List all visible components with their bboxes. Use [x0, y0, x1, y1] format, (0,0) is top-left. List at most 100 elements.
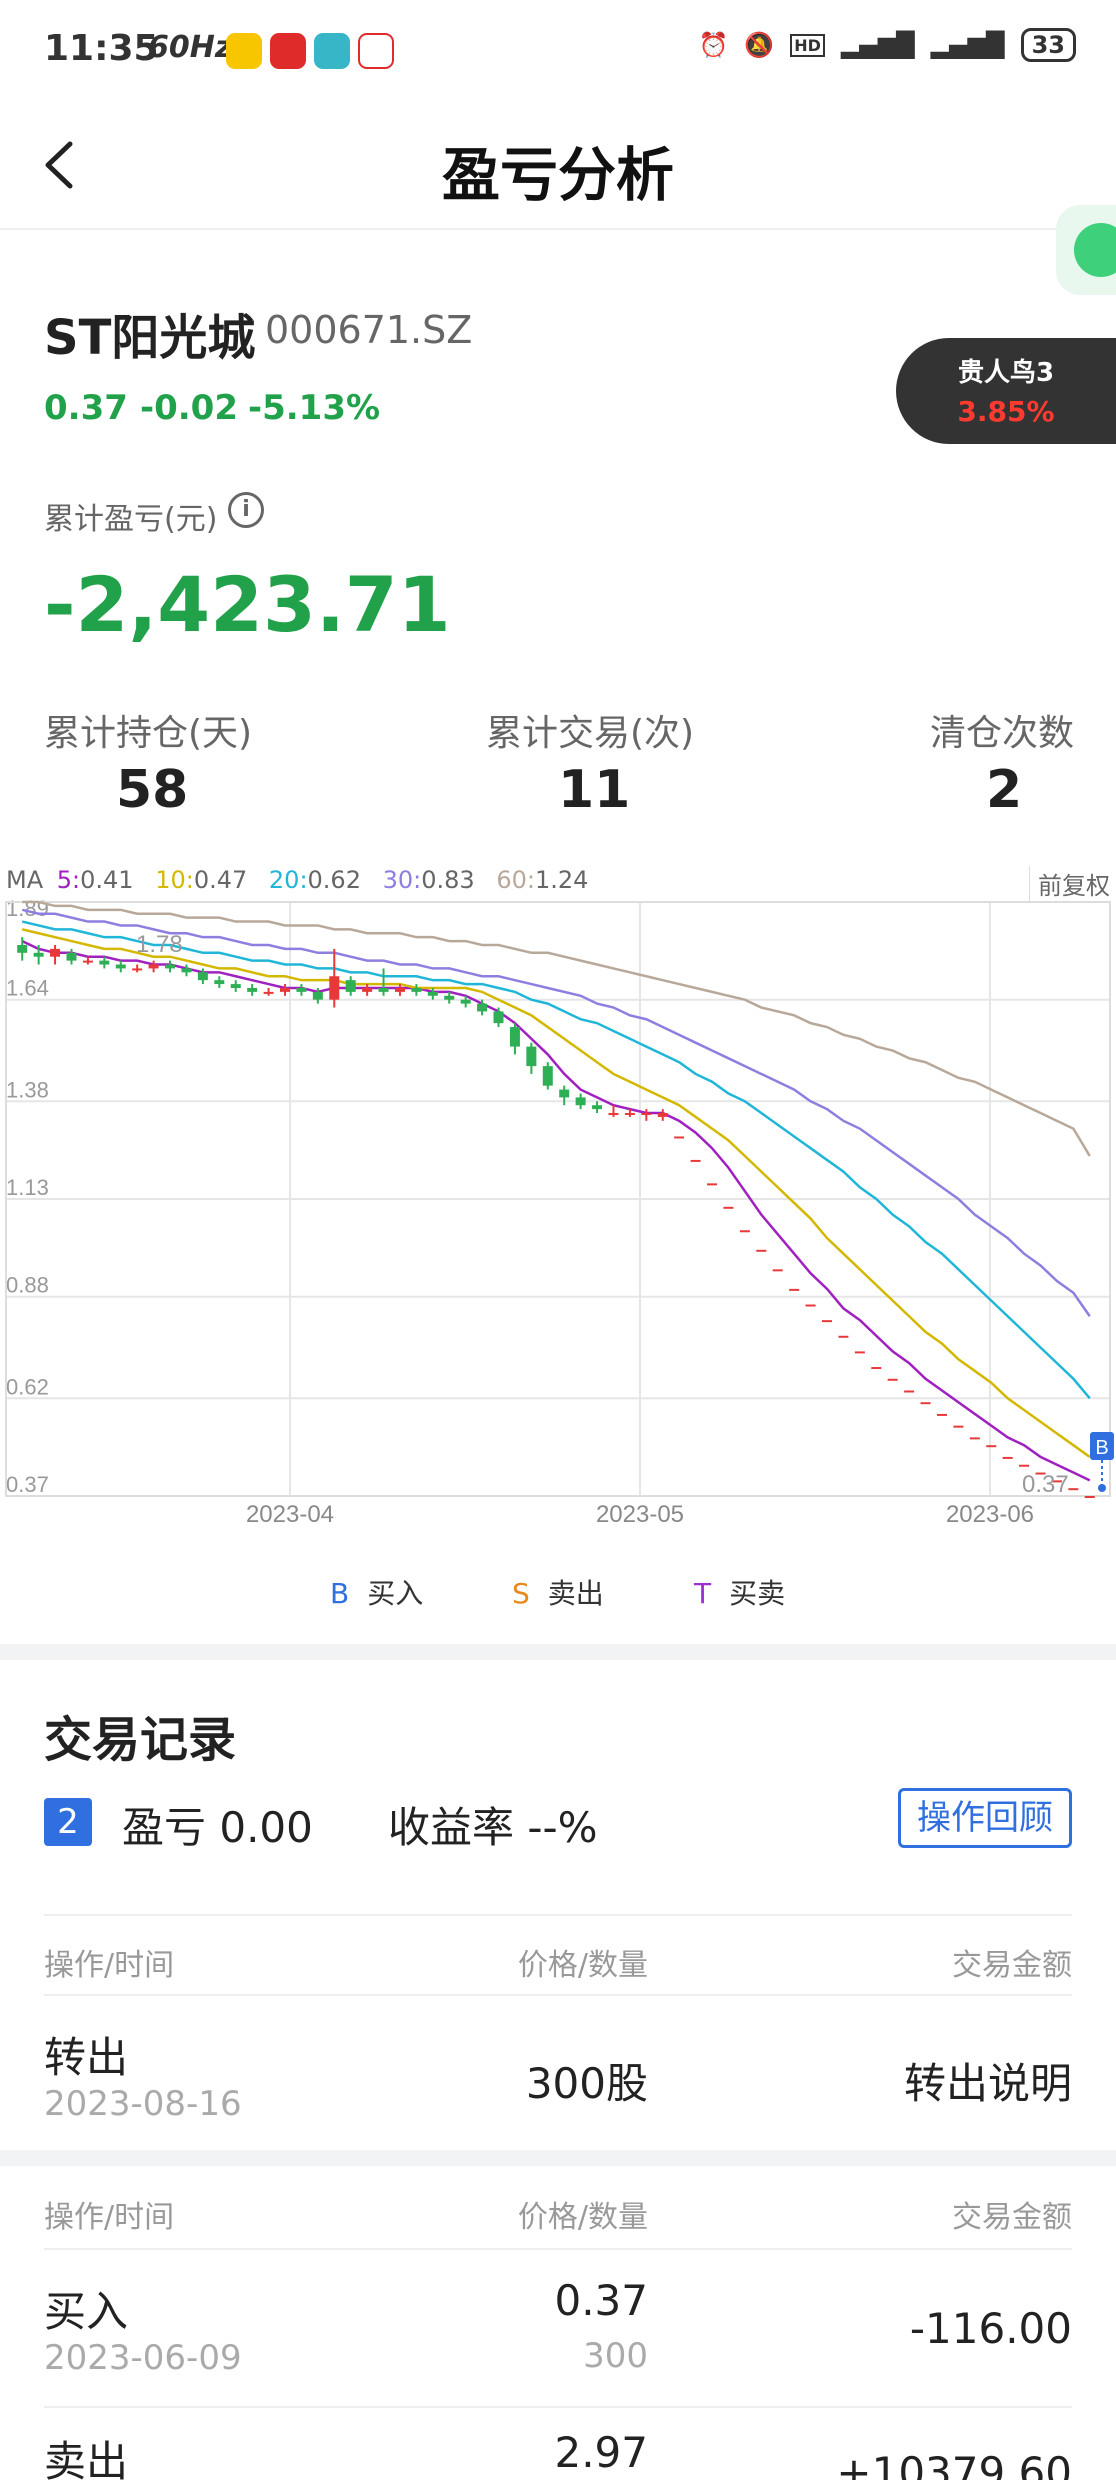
buy-marker-label: B: [1095, 1437, 1108, 1459]
candle-body: [214, 980, 225, 985]
section-divider: [0, 1644, 1116, 1660]
legend-trade: T 买卖: [694, 1572, 785, 1612]
col-header-price: 价格/数量: [517, 1948, 648, 1983]
related-stock-badge[interactable]: 贵人鸟3 3.85%: [896, 338, 1116, 444]
candle-body: [822, 1320, 832, 1323]
candle-body: [165, 964, 176, 969]
candle-body: [345, 980, 356, 992]
row-divider: [44, 1994, 1072, 1996]
trade-row-type: 买入: [44, 2287, 129, 2336]
holding-days-label: 累计持仓(天): [44, 713, 253, 754]
candle-body: [723, 1206, 734, 1209]
candle-body: [460, 999, 471, 1004]
trade-row-price: 2.97: [554, 2428, 648, 2477]
ma30-value: 0.83: [421, 866, 475, 894]
candle-body: [181, 968, 192, 973]
trade-count-value: 11: [558, 760, 631, 820]
ma10-value: 0.47: [193, 866, 248, 894]
battery-icon: 33: [1020, 28, 1076, 62]
candle-body: [690, 1159, 701, 1162]
transfer-note-link[interactable]: 转出说明: [904, 2050, 1072, 2111]
candle-body: [263, 991, 274, 994]
operation-replay-button[interactable]: 操作回顾: [898, 1788, 1072, 1848]
ma20-value: 0.62: [307, 866, 361, 894]
candle-body: [82, 960, 93, 963]
candle-body: [99, 960, 110, 965]
stock-code: 000671.SZ: [265, 308, 473, 352]
candle-body: [592, 1105, 603, 1110]
status-icons: ⏰ 🔕 HD ▂▄▆█ ▂▄▆█ 33: [698, 28, 1076, 62]
status-bar: 11:35 60Hz ⏰ 🔕 HD ▂▄▆█ ▂▄▆█ 33: [0, 0, 1116, 100]
round-pl: 盈亏 0.00: [122, 1803, 313, 1852]
row-divider: [44, 2248, 1072, 2250]
ma60-key: 60:: [496, 866, 535, 894]
candle-body: [805, 1304, 816, 1307]
x-tick-label: 2023-04: [246, 1501, 334, 1528]
low-price-label: 0.37: [1022, 1471, 1069, 1498]
mute-icon: 🔕: [744, 31, 775, 59]
meituan-app-icon: [226, 33, 262, 69]
candlestick-chart[interactable]: 1.89 1.64 1.38 1.13 0.88 0.62 0.37 2023-04 2023-…: [0, 896, 1116, 1536]
ma10-key: 10:: [155, 866, 194, 894]
candle-body: [559, 1089, 570, 1098]
candle-body: [1002, 1456, 1013, 1459]
trade-row-type: 卖出: [44, 2437, 129, 2480]
col-header-action: 操作/时间: [44, 2200, 175, 2235]
candle-body: [197, 972, 208, 981]
y-tick-label: 1.38: [6, 1077, 49, 1102]
round-number-badge: 2: [44, 1798, 92, 1846]
signal-icon: ▂▄▆█: [840, 31, 915, 59]
alarm-icon: ⏰: [698, 31, 729, 59]
candle-body: [296, 987, 307, 992]
candle-body: [624, 1113, 635, 1116]
candle-body: [969, 1437, 980, 1440]
trade-row-date: 2023-06-09: [44, 2338, 242, 2378]
candle-body: [756, 1249, 767, 1252]
col-header-amount: 交易金额: [952, 2200, 1072, 2235]
x-tick-label: 2023-05: [596, 1501, 684, 1528]
legend-trade-label: 买卖: [729, 1577, 786, 1610]
candle-body: [132, 968, 143, 971]
trade-row-amount: -116.00: [909, 2304, 1072, 2353]
holding-days-value: 58: [116, 760, 189, 820]
legend-buy-key: B: [330, 1577, 350, 1610]
chat-float-button[interactable]: [1056, 205, 1116, 295]
candle-body: [312, 991, 323, 1000]
badge-stock-pct: 3.85%: [957, 395, 1055, 428]
col-header-action: 操作/时间: [44, 1948, 175, 1983]
legend-buy-label: 买入: [367, 1577, 424, 1610]
legend-sell-label: 卖出: [547, 1577, 604, 1610]
candle-body: [887, 1378, 898, 1381]
refresh-rate: 60Hz: [148, 30, 233, 65]
candle-body: [148, 964, 159, 969]
y-tick-label: 1.89: [6, 896, 49, 921]
transfer-qty: 300股: [525, 2059, 648, 2108]
candle-body: [854, 1351, 865, 1354]
info-icon[interactable]: i: [228, 492, 264, 528]
ma60-value: 1.24: [534, 866, 589, 894]
candle-body: [772, 1269, 783, 1272]
candle-body: [838, 1335, 849, 1338]
legend-buy: B 买入: [330, 1572, 423, 1612]
ma30-key: 30:: [382, 866, 422, 894]
candle-body: [394, 987, 405, 992]
stock-change-pct: -5.13%: [248, 388, 381, 428]
badge-stock-name: 贵人鸟3: [957, 358, 1055, 388]
trade-records-title: 交易记录: [44, 1712, 237, 1768]
candle-body: [427, 991, 438, 996]
trade-row-amount: +10379.60: [836, 2448, 1072, 2480]
candle-body: [444, 995, 455, 1000]
status-time: 11:35: [44, 28, 159, 69]
legend-sell-key: S: [512, 1577, 530, 1610]
chat-bubble-icon: [1074, 223, 1116, 277]
trade-row-qty: 300: [583, 2336, 648, 2376]
trade-row-price: 0.37: [554, 2276, 648, 2325]
candle-body: [230, 984, 241, 988]
ma5-key: 5:: [56, 866, 81, 894]
y-tick-label: 0.88: [6, 1273, 49, 1298]
y-tick-label: 1.64: [6, 976, 49, 1001]
candle-body: [986, 1445, 997, 1448]
round-return: 收益率 --%: [388, 1803, 598, 1852]
candle-body: [936, 1413, 947, 1416]
signal-icon: ▂▄▆█: [930, 31, 1005, 59]
